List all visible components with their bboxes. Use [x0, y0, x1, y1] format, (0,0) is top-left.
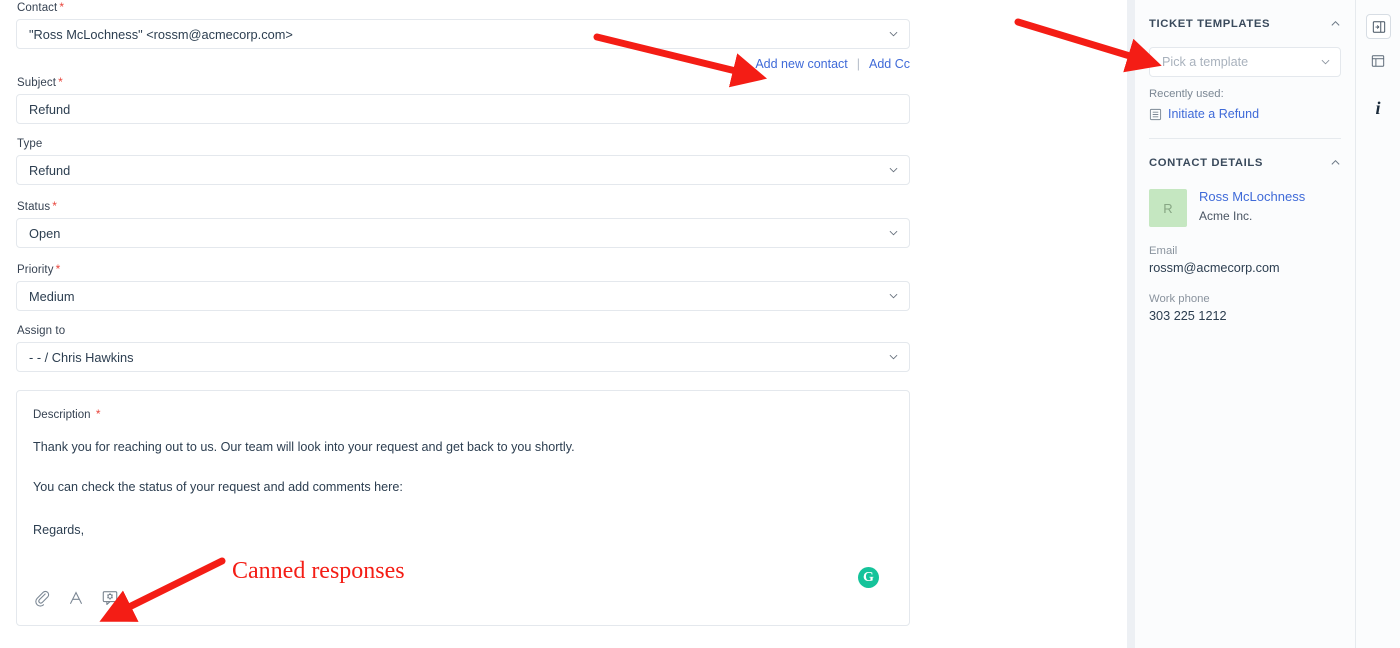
status-select[interactable]: Open: [16, 218, 910, 248]
description-editor[interactable]: Description * Thank you for reaching out…: [16, 390, 910, 626]
field-subject: Subject * Refund: [16, 75, 910, 124]
contact-links: Add new contact | Add Cc: [16, 49, 910, 75]
description-paragraph-2: You can check the status of your request…: [33, 480, 403, 495]
contact-details-header[interactable]: CONTACT DETAILS: [1149, 139, 1341, 186]
assign-to-select[interactable]: - - / Chris Hawkins: [16, 342, 910, 372]
recently-used-label: Recently used:: [1149, 88, 1224, 100]
assign-to-value: - - / Chris Hawkins: [29, 349, 134, 365]
annotation-canned-responses-label: Canned responses: [232, 558, 405, 584]
assign-to-label: Assign to: [16, 325, 910, 342]
text-format-icon[interactable]: [67, 589, 85, 607]
description-paragraph-1: Thank you for reaching out to us. Our te…: [33, 440, 575, 454]
layout-panel-icon[interactable]: [1367, 50, 1389, 72]
avatar: R: [1149, 189, 1187, 227]
type-select[interactable]: Refund: [16, 155, 910, 185]
grammarly-badge[interactable]: G: [858, 567, 879, 588]
ticket-templates-header[interactable]: TICKET TEMPLATES: [1149, 0, 1341, 47]
right-icon-rail: i: [1356, 0, 1400, 648]
ticket-compose-screen: Contact * "Ross McLochness" <rossm@acmeco…: [0, 0, 1400, 648]
contact-field-work-phone: Work phone 303 225 1212: [1149, 293, 1341, 323]
contact-label: Contact *: [16, 0, 910, 19]
priority-value: Medium: [29, 288, 75, 304]
editor-toolbar: [33, 589, 119, 607]
contact-details-section: CONTACT DETAILS R Ross McLochness Acme I…: [1135, 139, 1355, 323]
subject-value: Refund: [29, 101, 71, 117]
add-new-contact-link[interactable]: Add new contact: [755, 57, 847, 71]
field-assign-to: Assign to - - / Chris Hawkins: [16, 325, 910, 372]
expand-panel-icon[interactable]: [1366, 14, 1391, 39]
required-indicator: *: [92, 407, 101, 421]
type-label-text: Type: [17, 138, 43, 150]
panel-divider-vertical: [1127, 0, 1135, 648]
contact-label-text: Contact: [17, 2, 58, 14]
subject-label-text: Subject: [17, 77, 57, 89]
description-label: Description *: [33, 407, 893, 421]
chevron-down-icon[interactable]: [1321, 58, 1330, 67]
attach-icon[interactable]: [33, 589, 51, 607]
recent-template-item[interactable]: Initiate a Refund: [1149, 107, 1341, 121]
chevron-up-icon[interactable]: [1330, 18, 1341, 29]
contact-summary: R Ross McLochness Acme Inc.: [1149, 189, 1341, 227]
contact-details-title: CONTACT DETAILS: [1149, 156, 1264, 169]
chevron-down-icon[interactable]: [889, 166, 898, 175]
link-separator: |: [856, 57, 860, 71]
ticket-templates-section: TICKET TEMPLATES Pick a template Recentl…: [1135, 0, 1355, 139]
required-indicator: *: [52, 199, 57, 213]
assign-to-label-text: Assign to: [17, 325, 66, 337]
field-status: Status * Open: [16, 199, 910, 248]
subject-input[interactable]: Refund: [16, 94, 910, 124]
right-side-panel: TICKET TEMPLATES Pick a template Recentl…: [1135, 0, 1356, 648]
work-phone-value: 303 225 1212: [1149, 309, 1227, 323]
priority-label: Priority *: [16, 262, 910, 281]
field-priority: Priority * Medium: [16, 262, 910, 311]
contact-name-link[interactable]: Ross McLochness: [1199, 189, 1305, 205]
content-gutter: [926, 0, 1127, 648]
description-paragraph-3: Regards,: [33, 522, 85, 537]
subject-label: Subject *: [16, 75, 910, 94]
contact-field-email: Email rossm@acmecorp.com: [1149, 245, 1341, 275]
status-label-text: Status: [17, 201, 51, 213]
required-indicator: *: [55, 262, 61, 276]
contact-value: "Ross McLochness" <rossm@acmecorp.com>: [29, 26, 293, 42]
status-value: Open: [29, 225, 61, 241]
field-contact: Contact * "Ross McLochness" <rossm@acmeco…: [16, 0, 910, 49]
description-label-text: Description: [33, 409, 91, 421]
chevron-down-icon[interactable]: [889, 30, 898, 39]
chevron-down-icon[interactable]: [889, 292, 898, 301]
contact-text-block: Ross McLochness Acme Inc.: [1199, 189, 1305, 223]
template-picker[interactable]: Pick a template: [1149, 47, 1341, 77]
recent-template-label: Initiate a Refund: [1168, 107, 1260, 121]
add-cc-link[interactable]: Add Cc: [869, 57, 910, 71]
template-icon: [1149, 108, 1162, 121]
chevron-up-icon[interactable]: [1330, 157, 1341, 168]
info-icon[interactable]: i: [1356, 98, 1400, 119]
type-value: Refund: [29, 162, 71, 178]
chevron-down-icon[interactable]: [889, 229, 898, 238]
required-indicator: *: [58, 75, 63, 89]
ticket-templates-title: TICKET TEMPLATES: [1149, 17, 1271, 30]
template-picker-placeholder: Pick a template: [1162, 55, 1249, 69]
priority-select[interactable]: Medium: [16, 281, 910, 311]
ticket-form: Contact * "Ross McLochness" <rossm@acmeco…: [0, 0, 926, 648]
email-value: rossm@acmecorp.com: [1149, 261, 1280, 275]
contact-organization: Acme Inc.: [1199, 209, 1253, 224]
priority-label-text: Priority: [17, 264, 54, 276]
contact-select[interactable]: "Ross McLochness" <rossm@acmecorp.com>: [16, 19, 910, 49]
status-label: Status *: [16, 199, 910, 218]
field-type: Type Refund: [16, 138, 910, 185]
chevron-down-icon[interactable]: [889, 353, 898, 362]
required-indicator: *: [59, 0, 65, 14]
canned-response-icon[interactable]: [101, 589, 119, 607]
work-phone-label: Work phone: [1149, 293, 1210, 305]
type-label: Type: [16, 138, 910, 155]
email-label: Email: [1149, 245, 1178, 257]
